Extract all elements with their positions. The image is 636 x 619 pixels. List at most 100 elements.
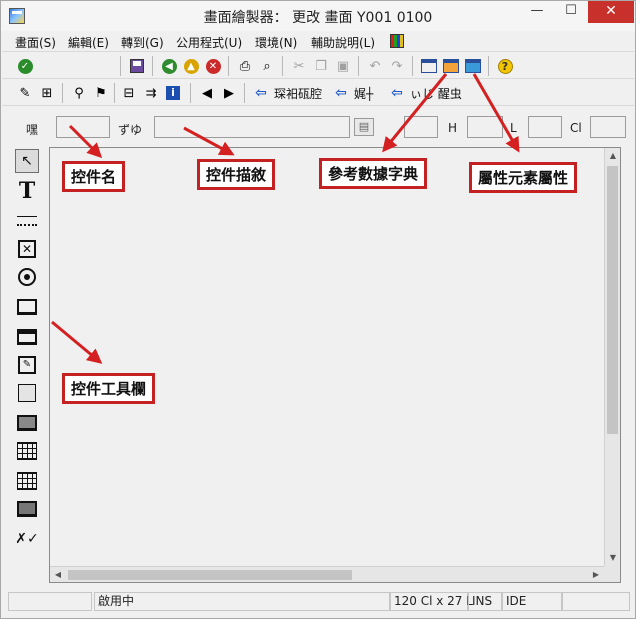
find-icon[interactable]: ⌕	[258, 57, 276, 75]
minimize-button[interactable]: —	[520, 1, 554, 23]
horizontal-scroll-thumb[interactable]	[68, 570, 352, 580]
column-input[interactable]	[590, 116, 626, 138]
radio-icon	[18, 268, 36, 286]
name-label: 嘿	[26, 123, 39, 137]
menu-screen[interactable]: 畫面(S)	[15, 34, 56, 51]
color-palette-icon[interactable]	[390, 34, 404, 48]
element-attributes-row: 嘿 ずゆ ▤ H L Cl	[2, 107, 634, 145]
box-tool[interactable]	[15, 381, 39, 405]
status-ins: INS	[468, 592, 502, 611]
tabstrip-wizard-tool[interactable]: ✎	[15, 353, 39, 377]
status-icon: ✗✓	[15, 531, 39, 547]
scroll-right-icon[interactable]: ▶	[588, 567, 604, 583]
network-icon[interactable]: ⇉	[142, 84, 160, 102]
input-field-tool[interactable]	[15, 209, 39, 233]
toolbar-action-3[interactable]: ぃじ 醒虫	[410, 85, 462, 102]
dictionary-lookup-icon[interactable]: ▤	[354, 118, 374, 136]
checkbox-tool[interactable]: ✕	[15, 237, 39, 261]
height-label: H	[448, 121, 458, 135]
toolbar-separator	[244, 83, 245, 103]
menu-environment[interactable]: 環境(N)	[255, 34, 297, 51]
menu-edit[interactable]: 編輯(E)	[68, 34, 109, 51]
scroll-down-icon[interactable]: ▼	[605, 550, 621, 566]
next-button[interactable]: ▶	[220, 84, 238, 102]
status-icon-tool[interactable]: ✗✓	[15, 527, 39, 551]
text-field-tool[interactable]: T	[15, 178, 39, 204]
subscreen-tool[interactable]	[15, 411, 39, 435]
custom-control-tool[interactable]	[15, 497, 39, 521]
scroll-left-icon[interactable]: ◀	[50, 567, 66, 583]
table-control-tool[interactable]	[15, 439, 39, 463]
toolbar-action-2[interactable]: 娓┼	[354, 85, 373, 102]
copy-icon[interactable]: ❐	[312, 57, 330, 75]
column-label: Cl	[570, 121, 582, 135]
callout-data-dictionary: 參考數據字典	[319, 158, 428, 189]
pointer-icon: ↖	[21, 153, 33, 169]
back-icon[interactable]: ◀	[160, 57, 178, 75]
close-button[interactable]: ✕	[588, 1, 634, 23]
cut-icon[interactable]: ✂	[290, 57, 308, 75]
flow-logic-icon[interactable]: ⊟	[120, 84, 138, 102]
app-window: 畫面繪製器： 更改 畫面 Y001 0100 — ☐ ✕ 畫面(S) 編輯(E)…	[0, 0, 636, 619]
push-button-tool[interactable]	[15, 295, 39, 319]
height-input[interactable]	[467, 116, 503, 138]
control-toolbox: ↖ T ✕ ✎ ✗✓	[11, 147, 43, 557]
element-name-input[interactable]	[56, 116, 110, 138]
box-icon	[18, 384, 36, 402]
scroll-up-icon[interactable]: ▲	[605, 148, 621, 164]
element-description-input[interactable]	[154, 116, 350, 138]
element-list-icon[interactable]	[464, 57, 482, 75]
toolbar-action-1[interactable]: 琛衵砙腔	[274, 85, 322, 102]
flag-icon[interactable]: ⚑	[92, 84, 110, 102]
layout-canvas[interactable]: ▲ ▼ ◀ ▶	[49, 147, 621, 583]
previous-button[interactable]: ◀	[198, 84, 216, 102]
dictionary-icon[interactable]	[420, 57, 438, 75]
horizontal-scrollbar[interactable]: ◀ ▶	[50, 566, 604, 582]
maximize-button[interactable]: ☐	[554, 1, 588, 23]
subscreen-icon	[17, 415, 37, 431]
menu-bar: 畫面(S) 編輯(E) 轉到(G) 公用程式(U) 環境(N) 輔助說明(L)	[2, 32, 634, 52]
radio-button-tool[interactable]	[15, 265, 39, 289]
save-icon[interactable]	[128, 57, 146, 75]
wizard-icon: ✎	[18, 356, 36, 374]
pointer-tool[interactable]: ↖	[15, 149, 39, 173]
layout-icon[interactable]: ⊞	[38, 84, 56, 102]
toolbar-separator	[412, 56, 413, 76]
hierarchy-icon[interactable]: ⚲	[70, 84, 88, 102]
menu-goto[interactable]: 轉到(G)	[121, 34, 164, 51]
description-label: ずゆ	[118, 123, 143, 137]
callout-control-name: 控件名	[62, 161, 126, 192]
text-icon: T	[18, 178, 36, 204]
arrow-left-icon[interactable]: ⇦	[252, 84, 270, 102]
toolbar-separator	[114, 83, 115, 103]
status-blank	[8, 592, 92, 611]
callout-control-description: 控件描敘	[197, 159, 276, 190]
scroll-corner	[604, 566, 620, 582]
status-extra	[562, 592, 630, 611]
exit-icon[interactable]: ▲	[182, 57, 200, 75]
standard-toolbar: ✓ ◀ ▲ ✕ ⎙ ⌕ ✂ ❐ ▣ ↶ ↷ ?	[2, 53, 634, 79]
paste-icon[interactable]: ▣	[334, 57, 352, 75]
help-icon[interactable]: ?	[496, 57, 514, 75]
tabstrip-tool[interactable]	[15, 325, 39, 349]
menu-utilities[interactable]: 公用程式(U)	[176, 34, 242, 51]
attributes-icon[interactable]	[442, 57, 460, 75]
vertical-scroll-thumb[interactable]	[607, 166, 618, 434]
length-input[interactable]	[528, 116, 562, 138]
check-icon[interactable]: ✓	[16, 57, 34, 75]
arrow-left-icon[interactable]: ⇦	[332, 84, 350, 102]
checkbox-icon: ✕	[18, 240, 36, 258]
menu-help[interactable]: 輔助說明(L)	[311, 34, 375, 51]
redo-icon[interactable]: ↷	[388, 57, 406, 75]
toolbar-separator	[358, 56, 359, 76]
arrow-left-icon[interactable]: ⇦	[388, 84, 406, 102]
print-icon[interactable]: ⎙	[236, 57, 254, 75]
info-icon[interactable]: i	[164, 84, 182, 102]
table-wizard-tool[interactable]	[15, 469, 39, 493]
vertical-scrollbar[interactable]: ▲ ▼	[604, 148, 620, 566]
pencil-icon[interactable]: ✎	[16, 84, 34, 102]
toolbar-separator	[152, 56, 153, 76]
position-input[interactable]	[404, 116, 438, 138]
undo-icon[interactable]: ↶	[366, 57, 384, 75]
cancel-icon[interactable]: ✕	[204, 57, 222, 75]
